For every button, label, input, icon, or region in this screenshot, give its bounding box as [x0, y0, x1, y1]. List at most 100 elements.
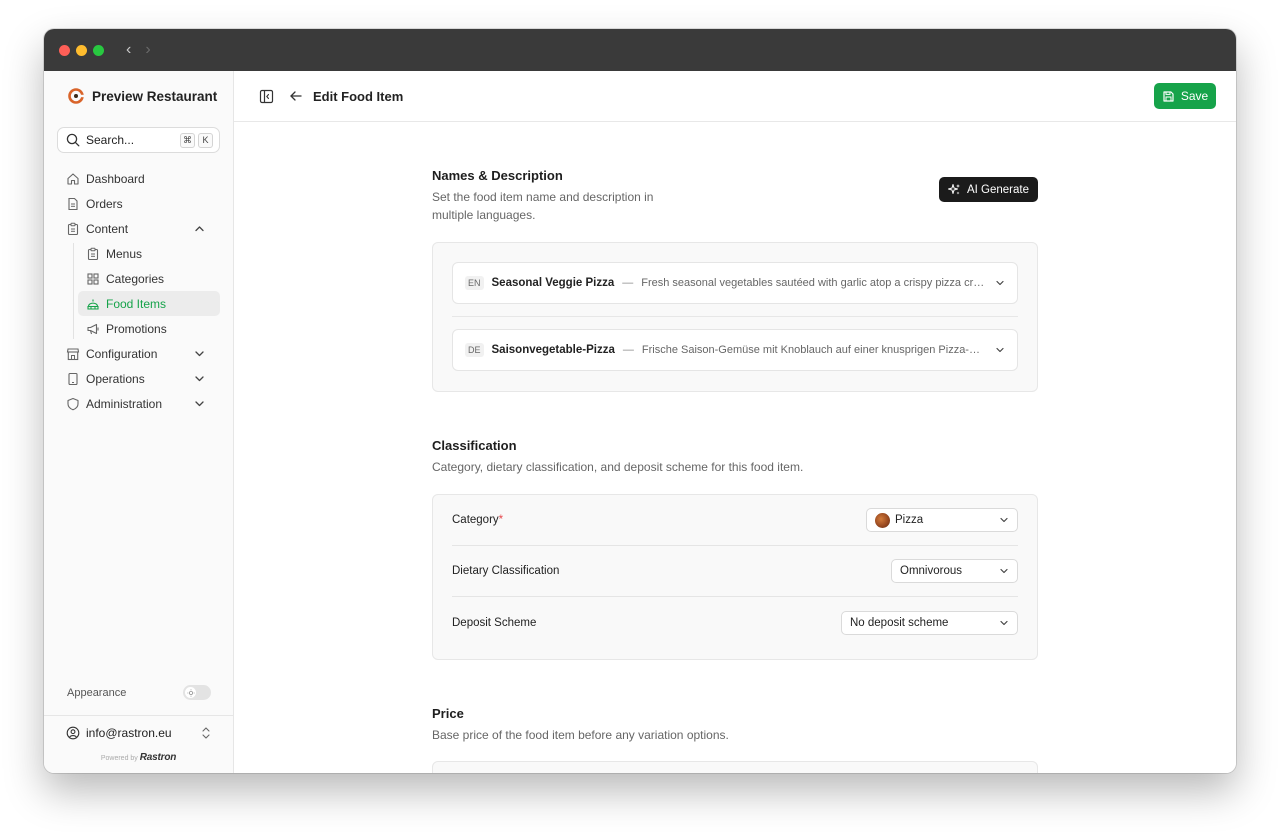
dietary-row: Dietary Classification Omnivorous [452, 546, 1018, 597]
deposit-row: Deposit Scheme No deposit scheme [452, 597, 1018, 648]
title-bar: ‹ › [44, 29, 1236, 71]
category-select[interactable]: Pizza [866, 508, 1018, 532]
sidebar-item-label: Promotions [106, 321, 167, 336]
sidebar-nav: Dashboard Orders Content Menus Categorie… [44, 166, 233, 416]
powered-by-logo[interactable]: Rastron [140, 752, 177, 763]
dietary-label: Dietary Classification [452, 565, 560, 577]
names-section-header: Names & Description Set the food item na… [432, 168, 1038, 224]
save-button[interactable]: Save [1154, 83, 1216, 109]
language-row-en[interactable]: EN Seasonal Veggie Pizza — Fresh seasona… [452, 262, 1018, 304]
chevron-up-down-icon [202, 727, 210, 739]
shield-icon [67, 397, 79, 410]
powered-by-label: Powered by [100, 755, 138, 762]
back-arrow-icon[interactable] [289, 89, 303, 103]
shortcut-k-key: K [198, 132, 213, 148]
sidebar: Preview Restaurant Search... ⌘ K Dashboa… [44, 71, 234, 773]
account-email: info@rastron.eu [86, 726, 172, 740]
deposit-value: No deposit scheme [850, 616, 949, 629]
brand-logo-icon [68, 88, 84, 104]
close-window-button[interactable] [59, 44, 70, 56]
save-label: Save [1180, 89, 1209, 103]
sidebar-item-dashboard[interactable]: Dashboard [44, 166, 233, 191]
chevron-down-icon[interactable] [995, 345, 1005, 355]
language-item-description: Frische Saison-Gemüse mit Knoblauch auf … [641, 344, 985, 356]
pizza-thumbnail-icon [875, 512, 890, 528]
sidebar-item-label: Menus [106, 246, 143, 261]
languages-card: EN Seasonal Veggie Pizza — Fresh seasona… [432, 242, 1038, 392]
sidebar-item-label: Content [86, 221, 129, 236]
sidebar-item-label: Categories [106, 271, 165, 286]
category-value: Pizza [895, 514, 924, 526]
minimize-window-button[interactable] [76, 44, 87, 56]
chevron-down-icon[interactable] [194, 373, 205, 384]
back-arrow-icon[interactable]: ‹ [126, 42, 131, 58]
sparkles-icon [947, 184, 960, 195]
sidebar-item-configuration[interactable]: Configuration [44, 341, 233, 366]
sidebar-item-content[interactable]: Content [44, 216, 233, 241]
sidebar-item-label: Administration [86, 396, 163, 411]
price-section-title: Price [432, 706, 464, 721]
deposit-label: Deposit Scheme [452, 616, 537, 629]
price-section-description: Base price of the food item before any v… [432, 728, 729, 742]
user-circle-icon [66, 726, 80, 740]
names-section-description: Set the food item name and description i… [432, 190, 654, 222]
separator-dash: — [622, 344, 634, 356]
sidebar-item-label: Configuration [86, 346, 158, 361]
account-switcher[interactable]: info@rastron.eu [44, 716, 233, 750]
save-icon [1163, 90, 1174, 102]
appearance-setting: Appearance [67, 685, 211, 700]
chevron-down-icon [1000, 620, 1008, 625]
appearance-toggle[interactable] [183, 685, 211, 700]
price-card [432, 761, 1038, 773]
sidebar-item-menus[interactable]: Menus [44, 241, 233, 266]
tablet-icon [68, 372, 78, 385]
language-item-description: Fresh seasonal vegetables sautéed with g… [641, 277, 985, 289]
main-panel: Edit Food Item Save Names & Description … [234, 71, 1236, 773]
classification-section-description: Category, dietary classification, and de… [432, 460, 804, 474]
language-code: DE [465, 343, 484, 357]
clipboard-icon [67, 222, 79, 235]
category-label: Category* [452, 514, 504, 526]
required-marker: * [498, 514, 504, 526]
chevron-down-icon[interactable] [995, 278, 1005, 288]
forward-arrow-icon[interactable]: › [145, 42, 150, 58]
shortcut-cmd-key: ⌘ [180, 132, 195, 148]
zoom-window-button[interactable] [93, 44, 104, 56]
separator-dash: — [622, 277, 634, 289]
sidebar-item-operations[interactable]: Operations [44, 366, 233, 391]
sidebar-item-administration[interactable]: Administration [44, 391, 233, 416]
grid-icon [87, 272, 99, 285]
language-code: EN [465, 276, 484, 290]
language-row-de[interactable]: DE Saisonvegetable-Pizza — Frische Saiso… [452, 329, 1018, 371]
category-row: Category* Pizza [452, 495, 1018, 546]
brand-name: Preview Restaurant [92, 88, 218, 104]
chevron-down-icon[interactable] [194, 348, 205, 359]
chevron-down-icon[interactable] [194, 398, 205, 409]
chevron-up-icon[interactable] [194, 223, 205, 234]
sidebar-item-promotions[interactable]: Promotions [44, 316, 233, 341]
sun-icon [186, 688, 195, 697]
document-icon [68, 197, 78, 210]
megaphone-icon [87, 323, 99, 334]
app-window: ‹ › Preview Restaurant Search... ⌘ K Das… [44, 29, 1236, 773]
account-section: info@rastron.eu Powered by Rastron [44, 715, 233, 773]
powered-by: Powered by Rastron [44, 752, 233, 763]
dietary-select[interactable]: Omnivorous [891, 559, 1018, 583]
page-header: Edit Food Item Save [234, 71, 1236, 122]
deposit-select[interactable]: No deposit scheme [841, 610, 1018, 635]
sidebar-item-label: Orders [86, 196, 123, 211]
search-input[interactable]: Search... ⌘ K [57, 127, 220, 153]
ai-generate-button[interactable]: AI Generate [938, 177, 1038, 202]
sidebar-item-categories[interactable]: Categories [44, 266, 233, 291]
language-item-name: Seasonal Veggie Pizza [491, 277, 615, 289]
brand[interactable]: Preview Restaurant [44, 71, 233, 121]
sidebar-toggle-icon[interactable] [259, 89, 274, 104]
language-item-name: Saisonvegetable-Pizza [491, 344, 615, 356]
sidebar-item-orders[interactable]: Orders [44, 191, 233, 216]
food-tray-icon [87, 299, 99, 310]
search-icon [66, 133, 80, 147]
sidebar-item-label: Operations [86, 371, 145, 386]
store-icon [66, 347, 80, 360]
sidebar-item-food-items[interactable]: Food Items [78, 291, 220, 316]
classification-section-header: Classification Category, dietary classif… [432, 438, 1038, 476]
